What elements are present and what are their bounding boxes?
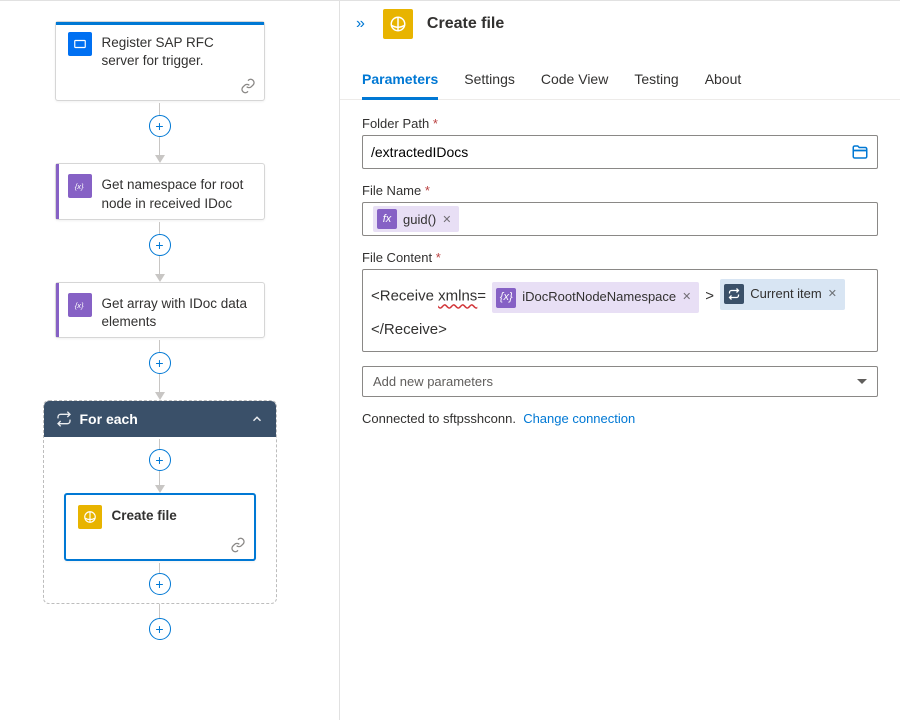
token-label: iDocRootNodeNamespace bbox=[522, 285, 676, 310]
connector: + bbox=[149, 340, 171, 400]
tab-code-view[interactable]: Code View bbox=[541, 67, 608, 100]
fx-icon: {x} bbox=[496, 288, 516, 308]
node-create-file[interactable]: Create file bbox=[64, 493, 256, 561]
literal-text: <Receive bbox=[371, 287, 438, 304]
arrow-down-icon bbox=[155, 485, 165, 493]
fx-icon: {x} bbox=[68, 174, 92, 198]
node-title: Get namespace for root node in received … bbox=[102, 174, 252, 212]
link-icon[interactable] bbox=[240, 78, 256, 94]
add-step-button[interactable]: + bbox=[149, 573, 171, 595]
tab-settings[interactable]: Settings bbox=[464, 67, 515, 100]
tab-parameters[interactable]: Parameters bbox=[362, 67, 438, 100]
sap-icon bbox=[68, 32, 92, 56]
node-for-each-header[interactable]: For each bbox=[44, 401, 276, 437]
connector: + bbox=[149, 604, 171, 640]
literal-text: = bbox=[477, 287, 490, 304]
remove-token-button[interactable]: ✕ bbox=[828, 284, 837, 305]
svg-text:{x}: {x} bbox=[74, 301, 83, 310]
remove-token-button[interactable]: ✕ bbox=[442, 213, 451, 226]
collapse-panel-button[interactable]: » bbox=[352, 13, 369, 35]
field-label: File Name bbox=[362, 183, 421, 198]
variable-token-current-item[interactable]: Current item ✕ bbox=[720, 279, 845, 310]
svg-text:{x}: {x} bbox=[74, 182, 83, 191]
arrow-down-icon bbox=[155, 274, 165, 282]
node-title: Create file bbox=[112, 505, 177, 525]
field-file-name: File Name * fx guid() ✕ bbox=[362, 183, 878, 236]
add-parameters-dropdown[interactable]: Add new parameters bbox=[362, 366, 878, 397]
pane-title: Create file bbox=[427, 15, 504, 33]
required-marker: * bbox=[433, 116, 438, 131]
tab-about[interactable]: About bbox=[705, 67, 742, 100]
node-for-each-container: For each + Create file bbox=[43, 400, 277, 604]
connection-status: Connected to sftpsshconn. Change connect… bbox=[362, 411, 878, 426]
chevron-down-icon bbox=[857, 374, 867, 389]
file-content-input[interactable]: <Receive xmlns= {x} iDocRootNodeNamespac… bbox=[362, 269, 878, 352]
field-label: File Content bbox=[362, 250, 432, 265]
link-icon[interactable] bbox=[230, 537, 246, 553]
arrow-down-icon bbox=[155, 392, 165, 400]
connected-text: Connected to bbox=[362, 411, 443, 426]
change-connection-link[interactable]: Change connection bbox=[523, 411, 635, 426]
loop-icon bbox=[724, 284, 744, 304]
field-folder-path: Folder Path * bbox=[362, 116, 878, 169]
required-marker: * bbox=[425, 183, 430, 198]
field-label: Folder Path bbox=[362, 116, 429, 131]
designer-canvas: Register SAP RFC server for trigger. + {… bbox=[0, 0, 340, 720]
literal-text: > bbox=[705, 287, 718, 304]
connector: + bbox=[149, 563, 171, 595]
connector: + bbox=[149, 222, 171, 282]
node-register-sap[interactable]: Register SAP RFC server for trigger. bbox=[55, 21, 265, 101]
file-name-input[interactable]: fx guid() ✕ bbox=[362, 202, 878, 236]
expression-token-namespace[interactable]: {x} iDocRootNodeNamespace ✕ bbox=[492, 282, 699, 313]
add-parameters-label: Add new parameters bbox=[373, 374, 493, 389]
folder-path-input[interactable] bbox=[371, 138, 845, 166]
folder-path-input-wrapper[interactable] bbox=[362, 135, 878, 169]
add-step-button[interactable]: + bbox=[149, 449, 171, 471]
tab-testing[interactable]: Testing bbox=[634, 67, 678, 100]
fx-icon: fx bbox=[377, 209, 397, 229]
fx-icon: {x} bbox=[68, 293, 92, 317]
literal-text: xmlns bbox=[438, 287, 477, 304]
arrow-down-icon bbox=[155, 155, 165, 163]
token-label: Current item bbox=[750, 282, 822, 307]
tabs: Parameters Settings Code View Testing Ab… bbox=[340, 67, 900, 100]
add-step-button[interactable]: + bbox=[149, 618, 171, 640]
chevron-up-icon[interactable] bbox=[250, 412, 264, 426]
field-file-content: File Content * <Receive xmlns= {x} iDocR… bbox=[362, 250, 878, 352]
file-icon bbox=[383, 9, 413, 39]
expression-token-guid[interactable]: fx guid() ✕ bbox=[373, 206, 459, 232]
loop-icon bbox=[56, 411, 72, 427]
for-each-title: For each bbox=[80, 411, 138, 427]
required-marker: * bbox=[436, 250, 441, 265]
node-get-array[interactable]: {x} Get array with IDoc data elements bbox=[55, 282, 265, 338]
token-label: guid() bbox=[403, 212, 436, 227]
add-step-button[interactable]: + bbox=[149, 115, 171, 137]
detail-pane: » Create file Parameters Settings Code V… bbox=[340, 0, 900, 720]
node-title: Get array with IDoc data elements bbox=[102, 293, 252, 331]
add-step-button[interactable]: + bbox=[149, 352, 171, 374]
literal-text: </Receive> bbox=[371, 321, 447, 338]
connection-name: sftpsshconn. bbox=[443, 411, 516, 426]
connector: + bbox=[149, 103, 171, 163]
remove-token-button[interactable]: ✕ bbox=[682, 287, 691, 308]
node-get-namespace[interactable]: {x} Get namespace for root node in recei… bbox=[55, 163, 265, 219]
add-step-button[interactable]: + bbox=[149, 234, 171, 256]
file-icon bbox=[78, 505, 102, 529]
connector: + bbox=[149, 439, 171, 493]
node-title: Register SAP RFC server for trigger. bbox=[102, 32, 252, 70]
folder-picker-button[interactable] bbox=[851, 143, 869, 161]
